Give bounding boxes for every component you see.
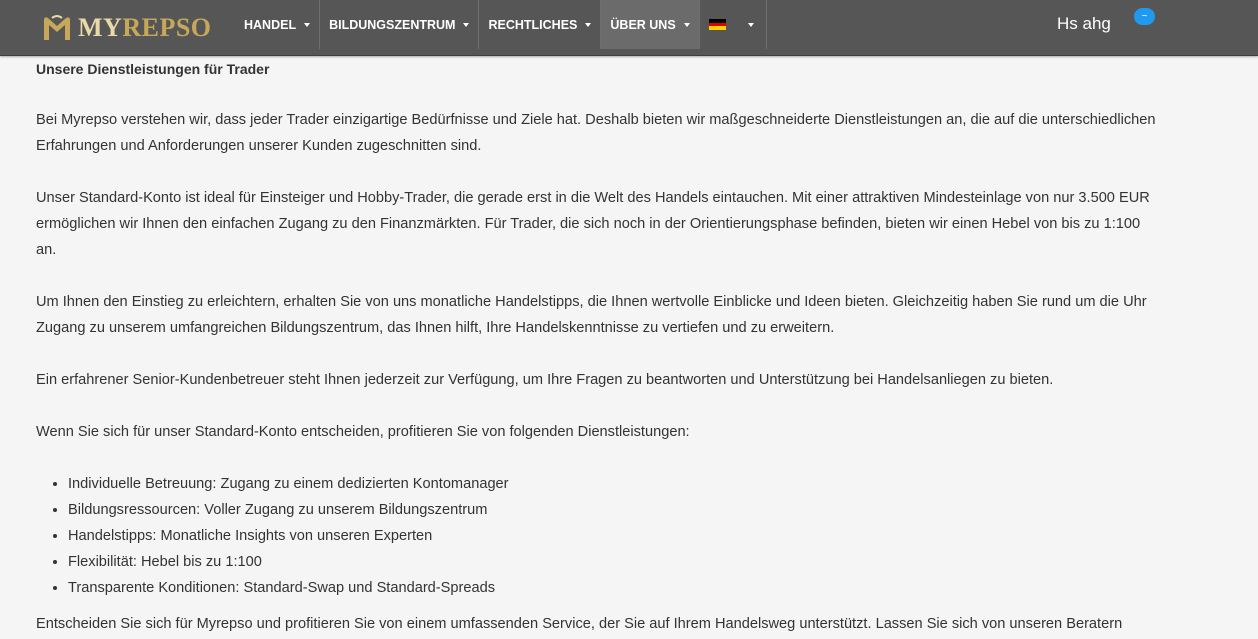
list-item: Transparente Konditionen: Standard-Swap … bbox=[68, 575, 1156, 601]
brand-logo[interactable]: MYREPSO bbox=[0, 0, 235, 55]
list-item: Flexibilität: Hebel bis zu 1:100 bbox=[68, 549, 1156, 575]
nav-label: RECHTLICHES bbox=[488, 17, 578, 32]
caret-down-icon bbox=[683, 22, 690, 27]
german-flag-icon bbox=[708, 19, 726, 31]
caret-down-icon bbox=[463, 22, 470, 27]
paragraph-standard-account: Unser Standard-Konto ist ideal für Einst… bbox=[36, 190, 1150, 258]
user-name[interactable]: Hs ahg bbox=[1057, 14, 1111, 34]
paragraph-account-manager: Ein erfahrener Senior-Kundenbetreuer ste… bbox=[36, 372, 1054, 388]
nav-item-handel[interactable]: HANDEL bbox=[235, 0, 321, 49]
caret-down-icon bbox=[585, 22, 592, 27]
logo-mark-icon bbox=[44, 14, 70, 40]
paragraph-intro: Bei Myrepso verstehen wir, dass jeder Tr… bbox=[36, 112, 1156, 154]
services-list: Individuelle Betreuung: Zugang zu einem … bbox=[36, 471, 1156, 601]
paragraph-services-intro: Wenn Sie sich für unser Standard-Konto e… bbox=[36, 424, 690, 440]
list-item: Bildungsressourcen: Voller Zugang zu uns… bbox=[68, 497, 1156, 523]
nav-item-ueber-uns[interactable]: ÜBER UNS bbox=[601, 0, 700, 49]
logo-text: MYREPSO bbox=[78, 12, 212, 42]
page-heading: Unsere Dienstleistungen für Trader bbox=[36, 61, 270, 77]
paragraph-closing: Entscheiden Sie sich für Myrepso und pro… bbox=[36, 616, 1123, 632]
top-navbar: MYREPSO HANDEL BILDUNGSZENTRUM RECHTLICH… bbox=[0, 0, 1258, 56]
caret-down-icon bbox=[304, 22, 311, 27]
nav-item-rechtliches[interactable]: RECHTLICHES bbox=[479, 0, 602, 49]
main-menu: HANDEL BILDUNGSZENTRUM RECHTLICHES ÜBER … bbox=[235, 0, 767, 49]
nav-label: ÜBER UNS bbox=[610, 17, 676, 32]
nav-label: HANDEL bbox=[244, 17, 297, 32]
language-selector[interactable] bbox=[700, 0, 767, 49]
main-content: Unsere Dienstleistungen für Trader Bei M… bbox=[36, 57, 1156, 637]
notification-badge[interactable]: ~ bbox=[1134, 8, 1155, 25]
nav-label: BILDUNGSZENTRUM bbox=[329, 17, 456, 32]
list-item: Individuelle Betreuung: Zugang zu einem … bbox=[68, 471, 1156, 497]
nav-item-bildungszentrum[interactable]: BILDUNGSZENTRUM bbox=[320, 0, 480, 49]
list-item: Handelstipps: Monatliche Insights von un… bbox=[68, 523, 1156, 549]
paragraph-trading-tips: Um Ihnen den Einstieg zu erleichtern, er… bbox=[36, 294, 1147, 336]
caret-down-icon bbox=[747, 22, 754, 27]
